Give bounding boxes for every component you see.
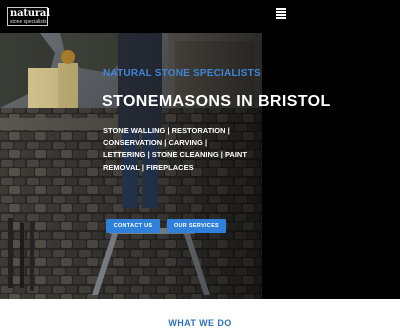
hero-services-list: STONE WALLING | RESTORATION | CONSERVATI… <box>103 125 268 174</box>
hamburger-menu-icon[interactable] <box>276 8 286 19</box>
site-logo[interactable]: natural stone specialists <box>7 7 50 26</box>
logo-wordmark: natural <box>10 8 50 19</box>
section-heading: WHAT WE DO <box>168 318 232 328</box>
hero-section: NATURAL STONE SPECIALISTS STONEMASONS IN… <box>0 33 400 299</box>
hero-title: STONEMASONS IN BRISTOL <box>102 93 331 110</box>
logo-tagline: stone specialists <box>10 19 47 25</box>
what-we-do-section: WHAT WE DO <box>0 299 400 335</box>
hero-dark-panel <box>262 33 400 299</box>
services-line: REMOVAL | FIREPLACES <box>103 162 194 172</box>
our-services-button[interactable]: OUR SERVICES <box>167 219 226 233</box>
contact-us-button[interactable]: CONTACT US <box>106 219 160 233</box>
top-navigation-bar: natural stone specialists <box>0 0 400 33</box>
services-line: LETTERING | STONE CLEANING | PAINT <box>103 150 247 160</box>
hero-kicker: NATURAL STONE SPECIALISTS <box>103 68 261 79</box>
services-line: CONSERVATION | CARVING | <box>103 138 208 148</box>
services-line: STONE WALLING | RESTORATION | <box>103 126 230 135</box>
